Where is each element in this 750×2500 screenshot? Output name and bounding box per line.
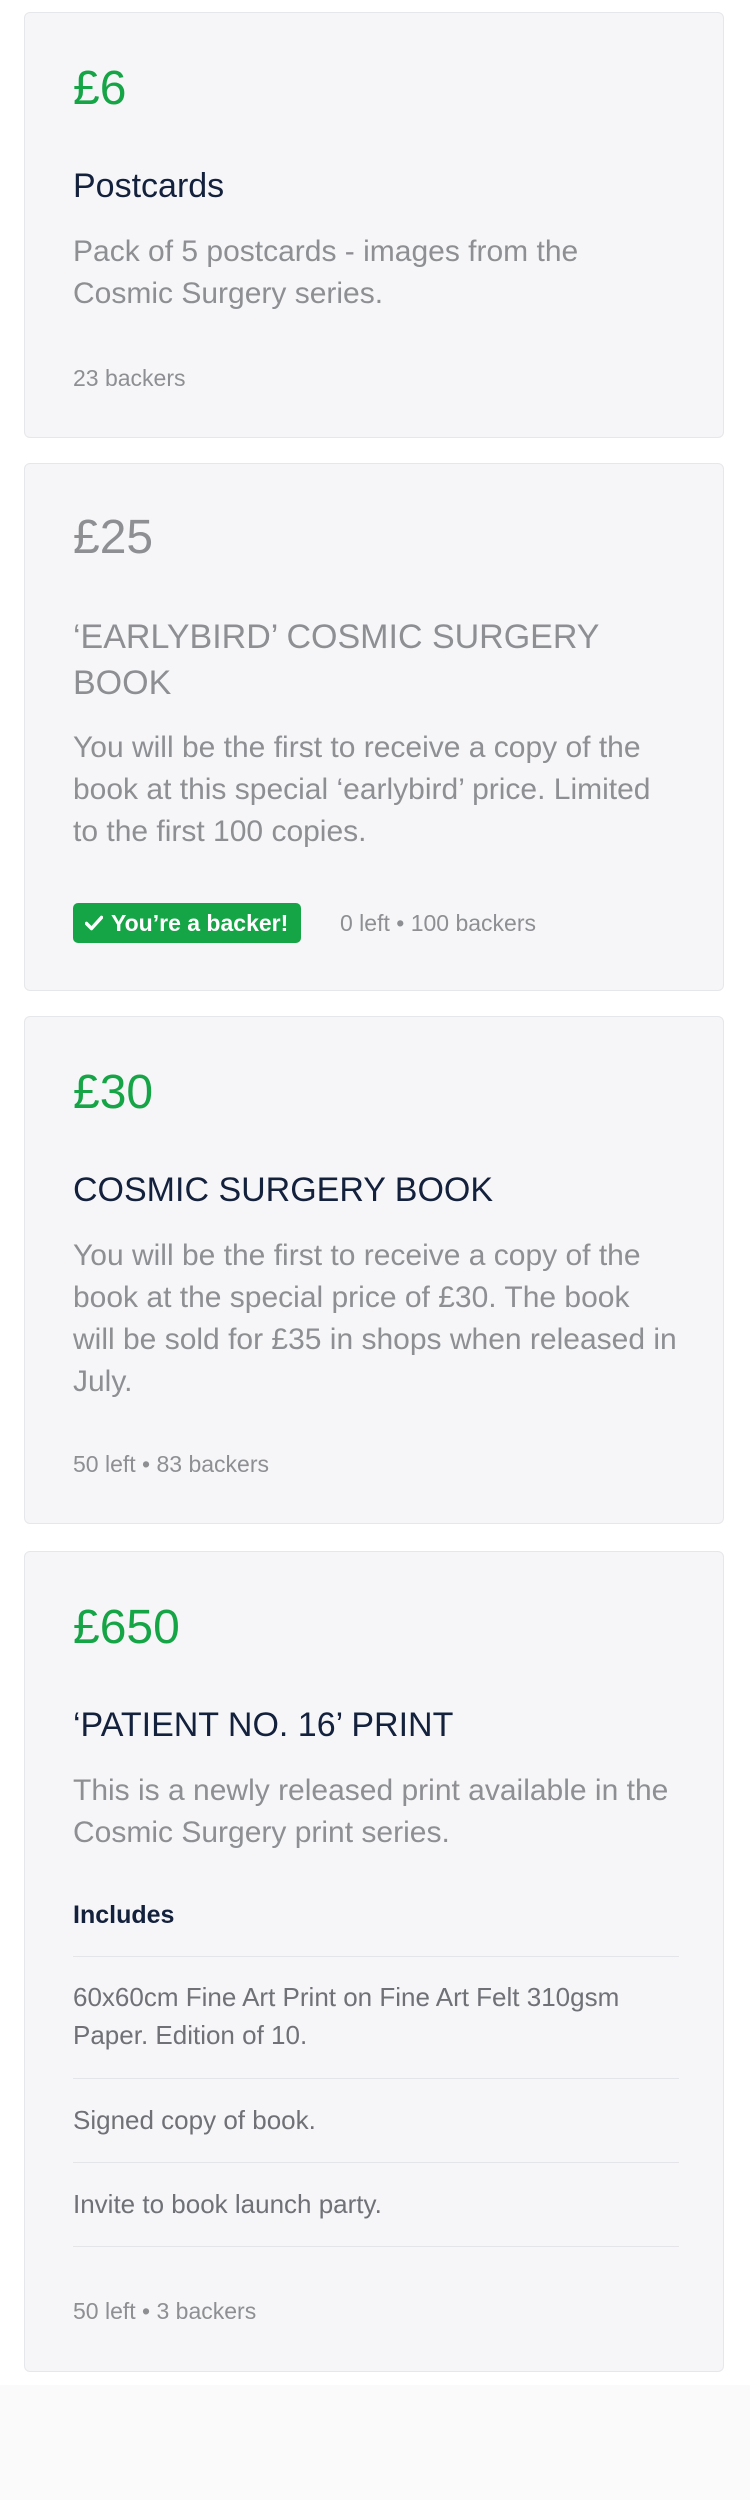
reward-title: ‘EARLYBIRD’ COSMIC SURGERY BOOK (73, 618, 599, 702)
rewards-page: £6 Postcards Pack of 5 postcards - image… (0, 0, 750, 2385)
reward-price: £650 (73, 1601, 180, 1654)
reward-card[interactable]: £30 COSMIC SURGERY BOOK You will be the … (24, 1016, 724, 1524)
reward-card[interactable]: £650 ‘PATIENT NO. 16’ PRINT This is a ne… (24, 1551, 724, 2372)
reward-price: £30 (73, 1066, 154, 1119)
include-item: Signed copy of book. (73, 2079, 679, 2163)
includes-list: 60x60cm Fine Art Print on Fine Art Felt … (73, 1956, 679, 2247)
reward-backers: 23 backers (73, 365, 186, 391)
reward-card[interactable]: £6 Postcards Pack of 5 postcards - image… (24, 12, 724, 438)
includes-heading: Includes (73, 1901, 175, 1929)
reward-title: ‘PATIENT NO. 16’ PRINT (73, 1706, 454, 1744)
reward-price: £25 (73, 511, 154, 564)
reward-description: This is a newly released print available… (73, 1774, 669, 1849)
reward-title: COSMIC SURGERY BOOK (73, 1171, 494, 1209)
checkmark-icon (85, 915, 103, 931)
reward-price: £6 (73, 62, 127, 115)
backer-badge-label: You’re a backer! (111, 909, 289, 936)
backer-badge: You’re a backer! (73, 903, 302, 943)
include-item: Invite to book launch party. (73, 2163, 679, 2247)
reward-description: You will be the first to receive a copy … (73, 731, 651, 848)
reward-availability: 50 left • 3 backers (73, 2298, 257, 2324)
reward-availability: 0 left • 100 backers (340, 910, 536, 936)
reward-card[interactable]: £25 ‘EARLYBIRD’ COSMIC SURGERY BOOK You … (24, 463, 724, 991)
reward-availability: 50 left • 83 backers (73, 1451, 269, 1477)
reward-description: You will be the first to receive a copy … (73, 1239, 677, 1398)
include-item-text: Signed copy of book. (73, 2105, 316, 2135)
include-item-text: 60x60cm Fine Art Print on Fine Art Felt … (73, 1982, 620, 2050)
reward-title: Postcards (73, 167, 225, 205)
include-item: 60x60cm Fine Art Print on Fine Art Felt … (73, 1957, 679, 2079)
reward-description: Pack of 5 postcards - images from the Co… (73, 235, 579, 310)
include-item-text: Invite to book launch party. (73, 2189, 382, 2219)
